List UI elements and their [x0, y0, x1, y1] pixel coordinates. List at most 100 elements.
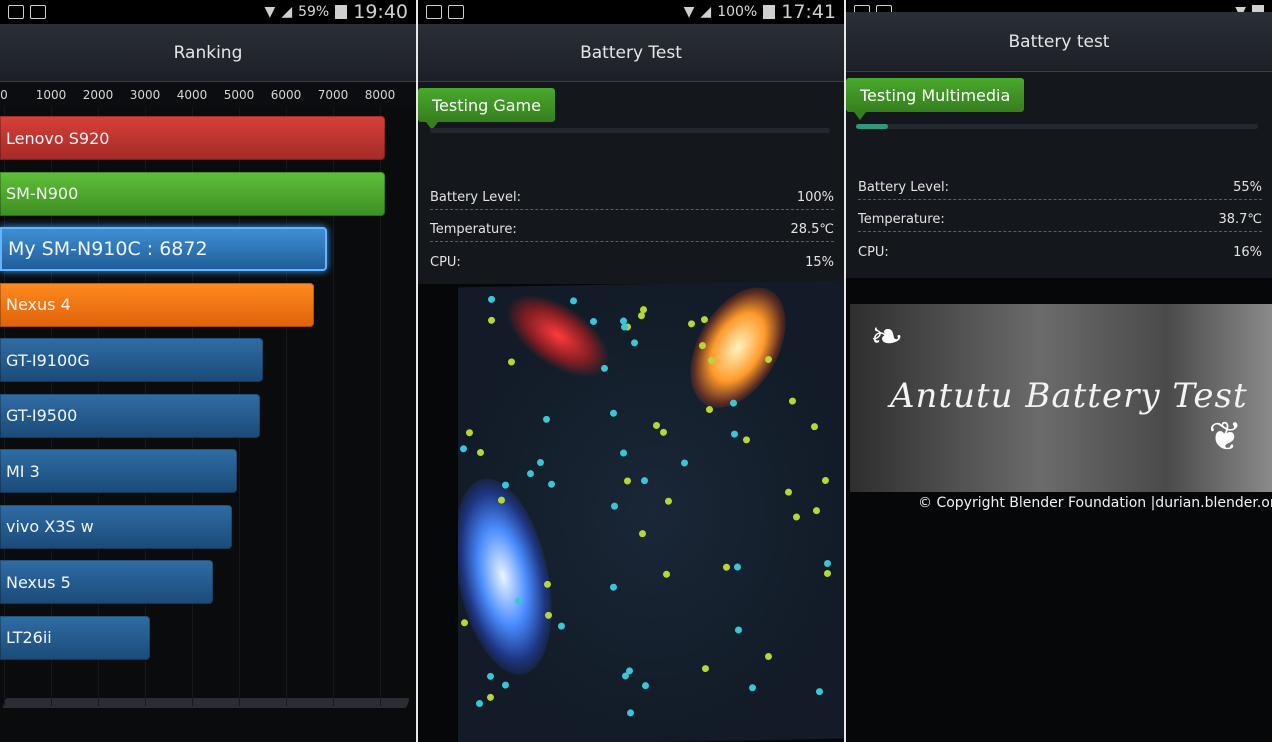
axis-tick-label: 0 [0, 88, 8, 102]
axis-tick-label: 4000 [176, 88, 208, 102]
battery-level-row: Battery Level: 55% [858, 168, 1262, 200]
android-sprite-icon [789, 397, 796, 405]
android-sprite-icon [488, 316, 495, 324]
android-sprite-icon [620, 449, 627, 457]
android-sprite-icon [558, 622, 565, 630]
android-sprite-icon [466, 429, 473, 437]
axis-tick-label: 8000 [364, 88, 396, 102]
test-info-panel: Testing Multimedia Battery Level: 55% Te… [846, 72, 1272, 278]
page-title: Battery test [846, 12, 1272, 72]
android-sprite-icon [543, 415, 550, 423]
android-sprite-icon [723, 563, 730, 571]
copyright-text: © Copyright Blender Foundation |durian.b… [918, 495, 1272, 511]
android-sprite-icon [624, 477, 631, 485]
android-sprite-icon [610, 583, 617, 591]
android-sprite-icon [824, 559, 831, 568]
android-sprite-icon [461, 619, 468, 627]
battery-level-value: 100% [796, 190, 834, 205]
ranking-bar[interactable]: Lenovo S920 [0, 116, 385, 160]
game-render-view [458, 280, 844, 742]
screenshot-icon [426, 5, 442, 19]
signal-icon: ◢ [700, 4, 712, 20]
clock: 17:41 [781, 1, 836, 23]
android-sprite-icon [590, 317, 597, 326]
axis-tick-label: 2000 [82, 88, 114, 102]
testing-status-badge: Testing Multimedia [846, 78, 1025, 120]
cpu-value: 15% [805, 255, 834, 270]
particle-flame [458, 469, 568, 685]
android-sprite-icon [638, 312, 645, 320]
android-sprite-icon [822, 476, 829, 485]
android-sprite-icon [660, 428, 667, 436]
android-sprite-icon [702, 665, 709, 673]
ranking-bar[interactable]: Nexus 4 [0, 282, 315, 327]
android-sprite-icon [743, 436, 750, 444]
battery-test-game-screen: ▼ ◢ 100% 17:41 Battery Test Testing Game… [418, 0, 844, 742]
axis-tick-label: 7000 [317, 88, 349, 102]
temperature-label: Temperature: [430, 222, 517, 237]
android-sprite-icon [502, 681, 509, 689]
axis-tick-label: 6000 [270, 88, 302, 102]
android-sprite-icon [548, 480, 555, 488]
android-sprite-icon [601, 364, 608, 372]
ranking-bar[interactable]: vivo X3S w [0, 504, 232, 549]
ranking-screen: ▼ ◢ 59% 19:40 Ranking 0 1000 2000 3000 4000 5… [0, 0, 416, 742]
temperature-row: Temperature: 28.5℃ [430, 210, 834, 242]
ranking-bar[interactable]: GT-I9500 [0, 393, 261, 438]
swirl-ornament-icon: ❦ [1208, 414, 1242, 460]
android-sprite-icon [460, 445, 467, 453]
test-info-panel: Testing Game Battery Level: 100% Tempera… [418, 82, 844, 284]
android-sprite-icon [735, 626, 742, 634]
android-sprite-icon [610, 409, 617, 417]
temperature-value: 28.5℃ [790, 222, 834, 237]
screenshot-icon [8, 5, 24, 19]
android-sprite-icon [731, 430, 738, 438]
axis-tick-label: 5000 [223, 88, 255, 102]
banner-title: Antutu Battery Test [890, 376, 1248, 416]
android-sprite-icon [811, 423, 818, 431]
particle-flame [491, 280, 625, 395]
battery-level-value: 55% [1233, 180, 1262, 195]
wifi-icon: ▼ [683, 4, 695, 20]
android-sprite-icon [642, 682, 649, 690]
android-sprite-icon [824, 569, 831, 578]
temperature-row: Temperature: 38.7℃ [858, 200, 1262, 232]
android-sprite-icon [706, 405, 713, 414]
battery-icon [335, 5, 348, 19]
wifi-icon: ▼ [264, 4, 276, 20]
android-sprite-icon [688, 320, 695, 328]
battery-icon [763, 5, 776, 19]
android-sprite-icon [730, 399, 737, 407]
gallery-icon [448, 5, 464, 19]
android-sprite-icon [765, 652, 772, 661]
android-sprite-icon [785, 488, 792, 496]
android-sprite-icon [611, 502, 618, 510]
particle-flame [670, 280, 806, 424]
temperature-value: 38.7℃ [1218, 212, 1262, 227]
android-sprite-icon [570, 297, 577, 305]
ranking-bar[interactable]: Nexus 5 [0, 560, 214, 604]
ranking-bar[interactable]: LT26ii [0, 615, 150, 660]
antutu-banner: ❧ ❦ Antutu Battery Test [850, 304, 1272, 492]
ranking-bar[interactable]: SM-N900 [0, 171, 385, 216]
horizontal-scrollbar[interactable] [2, 698, 410, 708]
ranking-bar[interactable]: GT-I9100G [0, 338, 263, 382]
android-sprite-icon [749, 684, 756, 692]
android-sprite-icon [639, 530, 646, 538]
battery-test-multimedia-screen: ▼ Battery test Testing Multimedia Batter… [846, 0, 1272, 742]
android-sprite-icon [477, 448, 484, 457]
android-sprite-icon [663, 570, 670, 578]
ranking-bar[interactable]: MI 3 [0, 449, 237, 493]
android-sprite-icon [527, 470, 534, 478]
android-sprite-icon [734, 563, 741, 571]
android-sprite-icon [508, 358, 515, 366]
clock: 19:40 [353, 1, 408, 23]
cpu-value: 16% [1233, 245, 1262, 260]
android-sprite-icon [816, 688, 823, 696]
ranking-bar[interactable]: My SM-N910C : 6872 [0, 227, 327, 271]
android-sprite-icon [653, 421, 660, 429]
page-title: Battery Test [418, 24, 844, 82]
test-progress-bar [856, 124, 1258, 129]
android-sprite-icon [476, 699, 483, 708]
android-sprite-icon [488, 295, 495, 303]
